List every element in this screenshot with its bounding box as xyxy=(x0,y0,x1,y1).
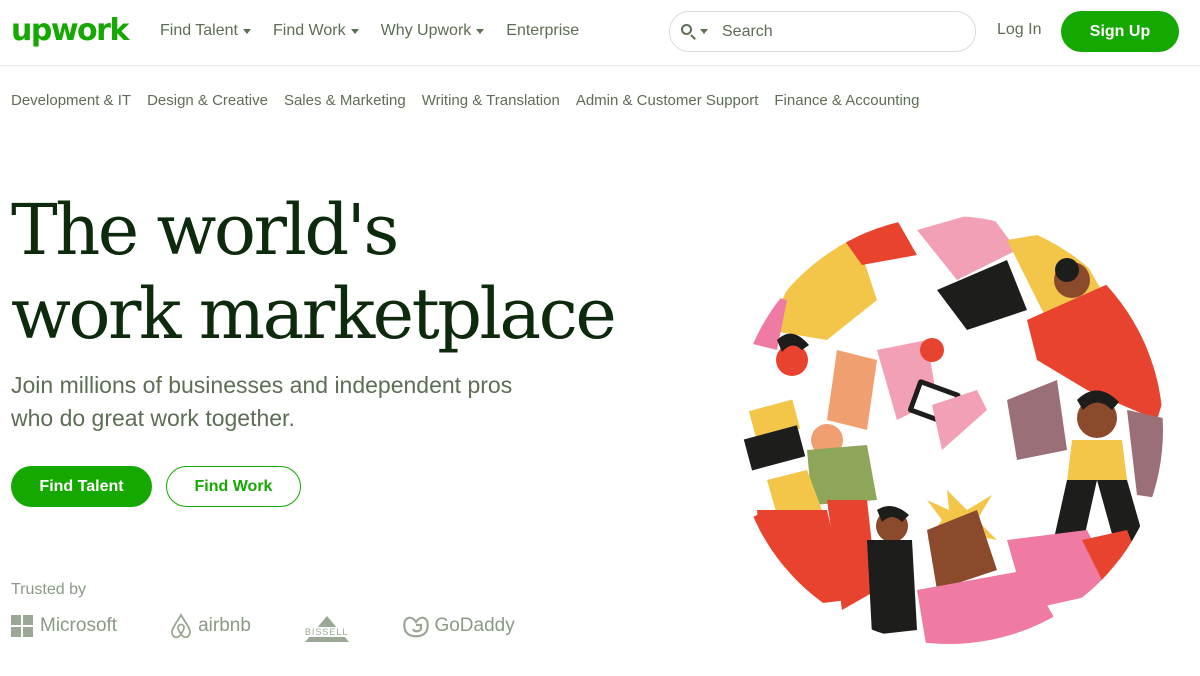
chevron-down-icon xyxy=(350,28,359,34)
godaddy-icon xyxy=(403,616,430,638)
search-icon[interactable] xyxy=(680,23,698,41)
airbnb-logo: airbnb xyxy=(169,613,251,639)
hero-subtitle: Join millions of businesses and independ… xyxy=(11,369,631,435)
top-nav: Find Talent Find Work Why Upwork Enterpr… xyxy=(160,20,601,42)
search-bar xyxy=(669,11,976,52)
bissell-logo-text: BISSELL xyxy=(302,626,351,637)
category-admin-support[interactable]: Admin & Customer Support xyxy=(576,92,759,109)
hero-subtitle-line-1: Join millions of businesses and independ… xyxy=(11,372,513,398)
chevron-down-icon xyxy=(476,28,485,34)
hero-illustration xyxy=(735,216,1163,644)
nav-find-talent[interactable]: Find Talent xyxy=(160,20,251,42)
nav-enterprise-label: Enterprise xyxy=(506,22,580,39)
airbnb-logo-text: airbnb xyxy=(198,615,251,636)
find-talent-button[interactable]: Find Talent xyxy=(11,466,152,507)
search-input[interactable] xyxy=(722,22,942,41)
category-design-creative[interactable]: Design & Creative xyxy=(147,92,268,109)
login-link[interactable]: Log In xyxy=(997,21,1041,39)
godaddy-logo-text: GoDaddy xyxy=(434,615,515,636)
microsoft-logo-text: Microsoft xyxy=(40,615,118,636)
site-header: upwork Find Talent Find Work Why Upwork … xyxy=(0,0,1200,66)
search-type-dropdown-icon[interactable] xyxy=(700,29,708,34)
airbnb-icon xyxy=(171,613,191,639)
hero-title-line-1: The world's xyxy=(11,189,399,271)
hero-title-line-2: work marketplace xyxy=(11,273,617,355)
godaddy-logo: GoDaddy xyxy=(402,614,515,638)
chevron-down-icon xyxy=(242,28,251,34)
bissell-logo: BISSELL xyxy=(302,615,351,642)
category-finance-accounting[interactable]: Finance & Accounting xyxy=(774,92,919,109)
microsoft-icon xyxy=(11,615,33,637)
nav-find-work-label: Find Work xyxy=(272,22,346,39)
signup-button[interactable]: Sign Up xyxy=(1061,11,1179,52)
trusted-by-label: Trusted by xyxy=(11,581,86,598)
hero-title: The world's work marketplace xyxy=(11,188,617,356)
category-sales-marketing[interactable]: Sales & Marketing xyxy=(284,92,406,109)
nav-enterprise[interactable]: Enterprise xyxy=(506,20,579,42)
nav-find-talent-label: Find Talent xyxy=(160,22,238,39)
hero-subtitle-line-2: who do great work together. xyxy=(11,405,295,431)
trusted-logos: Microsoft airbnb BISSELL GoDaddy xyxy=(11,613,567,642)
upwork-logo[interactable]: upwork xyxy=(11,14,129,48)
category-nav: Development & IT Design & Creative Sales… xyxy=(11,92,935,109)
microsoft-logo: Microsoft xyxy=(11,615,117,637)
category-writing-translation[interactable]: Writing & Translation xyxy=(422,92,560,109)
nav-why-upwork[interactable]: Why Upwork xyxy=(381,20,485,42)
nav-why-upwork-label: Why Upwork xyxy=(380,22,472,39)
find-work-button[interactable]: Find Work xyxy=(166,466,301,507)
nav-find-work[interactable]: Find Work xyxy=(273,20,359,42)
category-development-it[interactable]: Development & IT xyxy=(11,92,131,109)
